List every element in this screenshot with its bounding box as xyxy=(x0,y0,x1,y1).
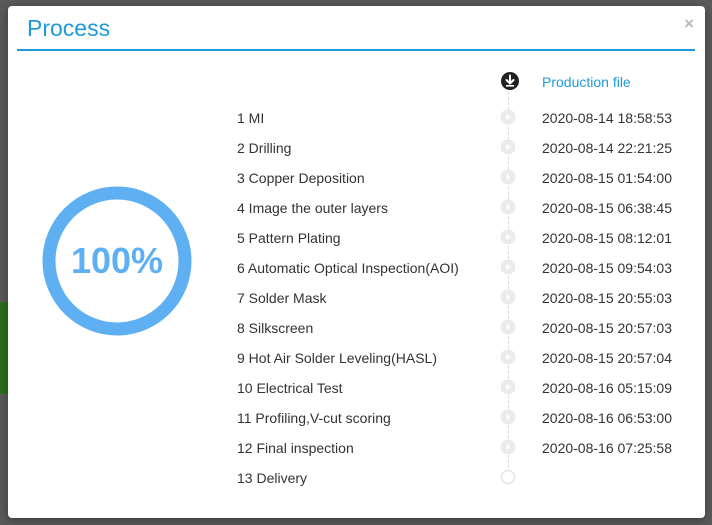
background-image-fragment xyxy=(0,302,8,394)
process-step-row: 3 Copper Deposition 2020-08-15 01:54:00 xyxy=(8,169,705,200)
step-timestamp: 2020-08-15 06:38:45 xyxy=(542,200,672,216)
step-label: 11 Profiling,V-cut scoring xyxy=(237,410,391,426)
step-label: 2 Drilling xyxy=(237,140,292,156)
chevron-right-circle-icon xyxy=(500,199,516,215)
step-timestamp: 2020-08-15 20:57:03 xyxy=(542,320,672,336)
title-divider xyxy=(17,49,695,51)
process-step-row: 4 Image the outer layers 2020-08-15 06:38… xyxy=(8,199,705,230)
step-label: 7 Solder Mask xyxy=(237,290,327,306)
pending-circle-icon xyxy=(500,469,516,485)
production-file-header: Production file xyxy=(542,74,631,90)
step-label: 1 MI xyxy=(237,110,265,126)
process-step-row: 6 Automatic Optical Inspection(AOI) 2020-… xyxy=(8,259,705,290)
step-timestamp: 2020-08-15 08:12:01 xyxy=(542,230,672,246)
process-step-row: 5 Pattern Plating 2020-08-15 08:12:01 xyxy=(8,229,705,260)
step-timestamp: 2020-08-15 20:55:03 xyxy=(542,290,672,306)
process-modal: Process × 100% Production file 1 MI 2020-… xyxy=(8,6,705,518)
chevron-right-circle-icon xyxy=(500,139,516,155)
chevron-right-circle-icon xyxy=(500,259,516,275)
step-label: 12 Final inspection xyxy=(237,440,354,456)
step-timestamp: 2020-08-15 20:57:04 xyxy=(542,350,672,366)
download-circle-icon xyxy=(501,72,519,90)
process-step-row: 2 Drilling 2020-08-14 22:21:25 xyxy=(8,139,705,170)
process-step-row: 10 Electrical Test 2020-08-16 05:15:09 xyxy=(8,379,705,410)
step-timestamp: 2020-08-15 09:54:03 xyxy=(542,260,672,276)
step-label: 13 Delivery xyxy=(237,470,308,486)
step-timestamp: 2020-08-14 18:58:53 xyxy=(542,110,672,126)
step-label: 3 Copper Deposition xyxy=(237,170,365,186)
step-timestamp: 2020-08-16 05:15:09 xyxy=(542,380,672,396)
chevron-right-circle-icon xyxy=(500,109,516,125)
chevron-right-circle-icon xyxy=(500,319,516,335)
step-label: 4 Image the outer layers xyxy=(237,200,388,216)
process-step-row: 8 Silkscreen 2020-08-15 20:57:03 xyxy=(8,319,705,350)
step-label: 9 Hot Air Solder Leveling(HASL) xyxy=(237,350,437,366)
step-timestamp: 2020-08-16 07:25:58 xyxy=(542,440,672,456)
modal-title: Process xyxy=(27,15,111,41)
chevron-right-circle-icon xyxy=(500,439,516,455)
step-timestamp: 2020-08-16 06:53:00 xyxy=(542,410,672,426)
process-step-row: 12 Final inspection 2020-08-16 07:25:58 xyxy=(8,439,705,470)
step-timestamp: 2020-08-15 01:54:00 xyxy=(542,170,672,186)
process-step-row: 9 Hot Air Solder Leveling(HASL) 2020-08-1… xyxy=(8,349,705,380)
close-button[interactable]: × xyxy=(684,14,694,34)
step-label: 5 Pattern Plating xyxy=(237,230,341,246)
process-step-row: 1 MI 2020-08-14 18:58:53 xyxy=(8,109,705,140)
process-step-row: 7 Solder Mask 2020-08-15 20:55:03 xyxy=(8,289,705,320)
chevron-right-circle-icon xyxy=(500,379,516,395)
step-timestamp: 2020-08-14 22:21:25 xyxy=(542,140,672,156)
chevron-right-circle-icon xyxy=(500,229,516,245)
step-label: 8 Silkscreen xyxy=(237,320,314,336)
chevron-right-circle-icon xyxy=(500,409,516,425)
process-step-row: 13 Delivery xyxy=(8,469,705,500)
chevron-right-circle-icon xyxy=(500,289,516,305)
step-label: 10 Electrical Test xyxy=(237,380,343,396)
step-label: 6 Automatic Optical Inspection(AOI) xyxy=(237,260,459,276)
process-step-row: 11 Profiling,V-cut scoring 2020-08-16 06:… xyxy=(8,409,705,440)
chevron-right-circle-icon xyxy=(500,169,516,185)
chevron-right-circle-icon xyxy=(500,349,516,365)
